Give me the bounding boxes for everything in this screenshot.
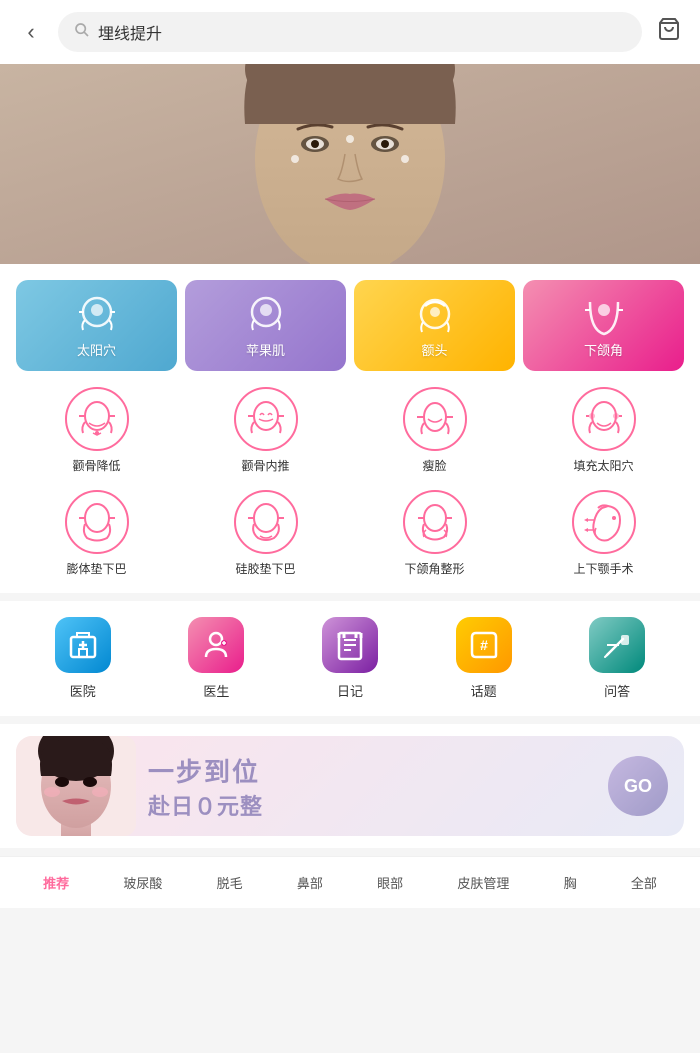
- card-apple-label: 苹果肌: [246, 340, 285, 359]
- card-taiping[interactable]: 太阳穴: [16, 280, 177, 371]
- face-icon-apple: [242, 292, 290, 340]
- face-icon-temple: [73, 292, 121, 340]
- promo-section: 一步到位 赴日０元整 GO: [0, 724, 700, 848]
- icon-fill-temple[interactable]: 填充太阳穴: [523, 387, 684, 474]
- service-doctor-label: 医生: [203, 681, 229, 700]
- hospital-icon: [67, 629, 99, 661]
- tab-nose[interactable]: 鼻部: [289, 869, 331, 896]
- icon-label-fill-temple: 填充太阳穴: [573, 457, 633, 474]
- promo-image: [16, 736, 136, 836]
- icon-jaw-surgery[interactable]: 上下颚手术: [523, 490, 684, 577]
- icon-pad-chin[interactable]: 膨体垫下巴: [16, 490, 177, 577]
- icon-circle-1: [65, 387, 129, 451]
- banner: [0, 64, 700, 264]
- promo-card[interactable]: 一步到位 赴日０元整 GO: [16, 736, 684, 836]
- search-icon: [74, 22, 90, 43]
- icon-silicone-chin[interactable]: 硅胶垫下巴: [185, 490, 346, 577]
- promo-go-button[interactable]: GO: [608, 756, 668, 816]
- icon-circle-6: [234, 490, 298, 554]
- tab-eye[interactable]: 眼部: [369, 869, 411, 896]
- icon-circle-5: [65, 490, 129, 554]
- service-diary-label: 日记: [337, 681, 363, 700]
- doctor-icon: [200, 629, 232, 661]
- icon-label-jaw-reshape: 下颌角整形: [404, 560, 464, 577]
- bottom-tabs: 推荐 玻尿酸 脱毛 鼻部 眼部 皮肤管理 胸 全部: [0, 856, 700, 908]
- topic-icon-box: #: [456, 617, 512, 673]
- diary-icon: [334, 629, 366, 661]
- icon-label-slim-face: 瘦脸: [422, 457, 446, 474]
- category-section: 太阳穴 苹果肌 额头: [0, 264, 700, 593]
- icon-jaw-reshape[interactable]: 下颌角整形: [354, 490, 515, 577]
- icon-grid-row2: 膨体垫下巴 硅胶垫下巴: [16, 490, 684, 577]
- search-bar[interactable]: 埋线提升: [58, 12, 642, 52]
- diary-icon-box: [322, 617, 378, 673]
- icon-circle-3: [403, 387, 467, 451]
- svg-text:#: #: [480, 637, 488, 653]
- icon-zygomatic-lower[interactable]: 颧骨降低: [16, 387, 177, 474]
- icon-label-silicone-chin: 硅胶垫下巴: [235, 560, 295, 577]
- cart-button[interactable]: [654, 17, 684, 47]
- tab-skin[interactable]: 皮肤管理: [449, 869, 517, 896]
- card-forehead[interactable]: 额头: [354, 280, 515, 371]
- tab-hair[interactable]: 脱毛: [209, 869, 251, 896]
- icon-label-zygomatic-lower: 颧骨降低: [72, 457, 120, 474]
- service-topic-label: 话题: [471, 681, 497, 700]
- icon-label-jaw-surgery: 上下颚手术: [573, 560, 633, 577]
- tab-all[interactable]: 全部: [623, 869, 665, 896]
- service-doctor[interactable]: 医生: [188, 617, 244, 700]
- icon-zygomatic-inner[interactable]: 颧骨内推: [185, 387, 346, 474]
- doctor-icon-box: [188, 617, 244, 673]
- service-qa[interactable]: 问答: [589, 617, 645, 700]
- header: ‹ 埋线提升: [0, 0, 700, 64]
- service-qa-label: 问答: [604, 681, 630, 700]
- card-jaw-label: 下颌角: [584, 340, 623, 359]
- icon-grid-row1: 颧骨降低 颧骨内推: [16, 387, 684, 474]
- service-hospital-label: 医院: [70, 681, 96, 700]
- card-taiping-label: 太阳穴: [77, 340, 116, 359]
- icon-label-zygomatic-inner: 颧骨内推: [241, 457, 289, 474]
- card-forehead-label: 额头: [421, 340, 447, 359]
- face-icon-forehead: [411, 292, 459, 340]
- back-button[interactable]: ‹: [16, 19, 46, 45]
- icon-label-pad-chin: 膨体垫下巴: [66, 560, 126, 577]
- icon-circle-4: [572, 387, 636, 451]
- topic-icon: #: [468, 629, 500, 661]
- promo-line1: 一步到位: [148, 752, 596, 789]
- service-hospital[interactable]: 医院: [55, 617, 111, 700]
- tab-recommend[interactable]: 推荐: [35, 869, 77, 896]
- face-icon-jaw: [580, 292, 628, 340]
- tab-chest[interactable]: 胸: [556, 869, 585, 896]
- icon-slim-face[interactable]: 瘦脸: [354, 387, 515, 474]
- top-cards-grid: 太阳穴 苹果肌 额头: [16, 280, 684, 371]
- card-apple[interactable]: 苹果肌: [185, 280, 346, 371]
- qa-icon-box: [589, 617, 645, 673]
- icon-circle-2: [234, 387, 298, 451]
- promo-text: 一步到位 赴日０元整: [136, 752, 608, 821]
- icon-circle-8: [572, 490, 636, 554]
- promo-line2: 赴日０元整: [148, 789, 596, 821]
- service-section: 医院 医生 日记: [0, 601, 700, 716]
- search-query: 埋线提升: [98, 20, 162, 44]
- service-diary[interactable]: 日记: [322, 617, 378, 700]
- hospital-icon-box: [55, 617, 111, 673]
- qa-icon: [601, 629, 633, 661]
- tab-hyaluronic[interactable]: 玻尿酸: [115, 869, 170, 896]
- card-jaw[interactable]: 下颌角: [523, 280, 684, 371]
- icon-circle-7: [403, 490, 467, 554]
- service-topic[interactable]: # 话题: [456, 617, 512, 700]
